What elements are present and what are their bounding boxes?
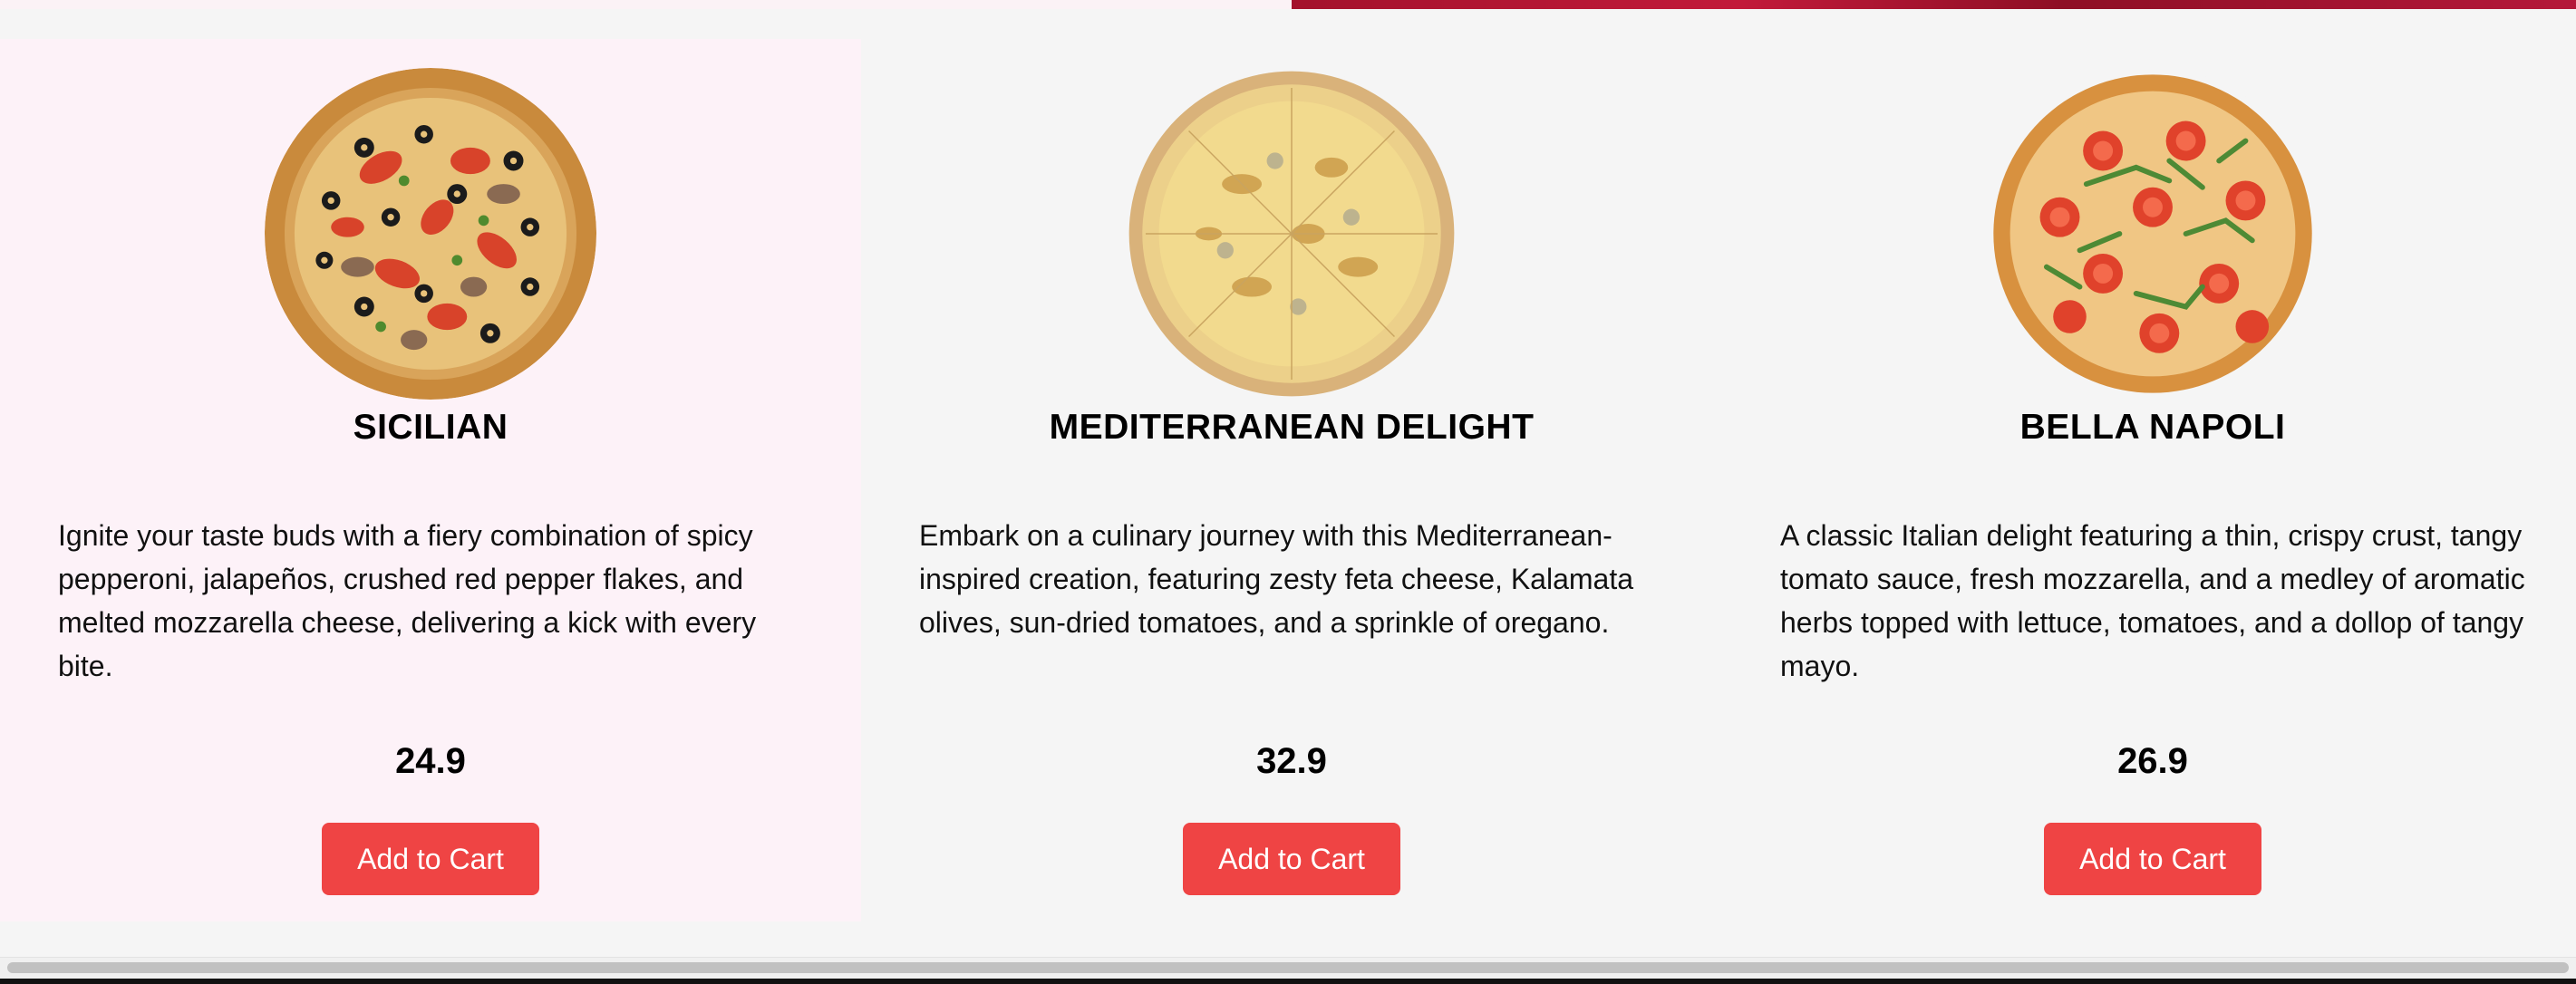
- add-to-cart-button[interactable]: Add to Cart: [1183, 823, 1400, 895]
- product-name: MEDITERRANEAN DELIGHT: [1049, 408, 1535, 447]
- product-price: 32.9: [1256, 741, 1327, 781]
- pizza-bella-napoli-image: [1987, 68, 2319, 400]
- product-description: Ignite your taste buds with a fiery comb…: [58, 519, 757, 682]
- add-to-cart-button[interactable]: Add to Cart: [322, 823, 539, 895]
- pizza-sicilian-image: [265, 68, 596, 400]
- product-card-bella-napoli[interactable]: BELLA NAPOLI A classic Italian delight f…: [1722, 39, 2576, 921]
- product-description: A classic Italian delight featuring a th…: [1780, 519, 2525, 682]
- pizza-mediterranean-image: [1126, 68, 1457, 400]
- product-card-mediterranean-delight[interactable]: MEDITERRANEAN DELIGHT Embark on a culina…: [861, 39, 1722, 921]
- scrollbar-thumb[interactable]: [7, 962, 2569, 973]
- bottom-divider: [0, 979, 2576, 984]
- product-name: SICILIAN: [353, 408, 508, 447]
- product-price: 24.9: [395, 741, 466, 781]
- product-price: 26.9: [2117, 741, 2188, 781]
- product-card-sicilian[interactable]: SICILIAN Ignite your taste buds with a f…: [0, 39, 861, 921]
- hero-banner-edge: [1292, 0, 2576, 9]
- product-name: BELLA NAPOLI: [2019, 408, 2286, 447]
- product-grid: SICILIAN Ignite your taste buds with a f…: [0, 39, 2576, 921]
- product-description: Embark on a culinary journey with this M…: [919, 519, 1633, 639]
- add-to-cart-button[interactable]: Add to Cart: [2044, 823, 2261, 895]
- page-top-strip: [0, 0, 1292, 9]
